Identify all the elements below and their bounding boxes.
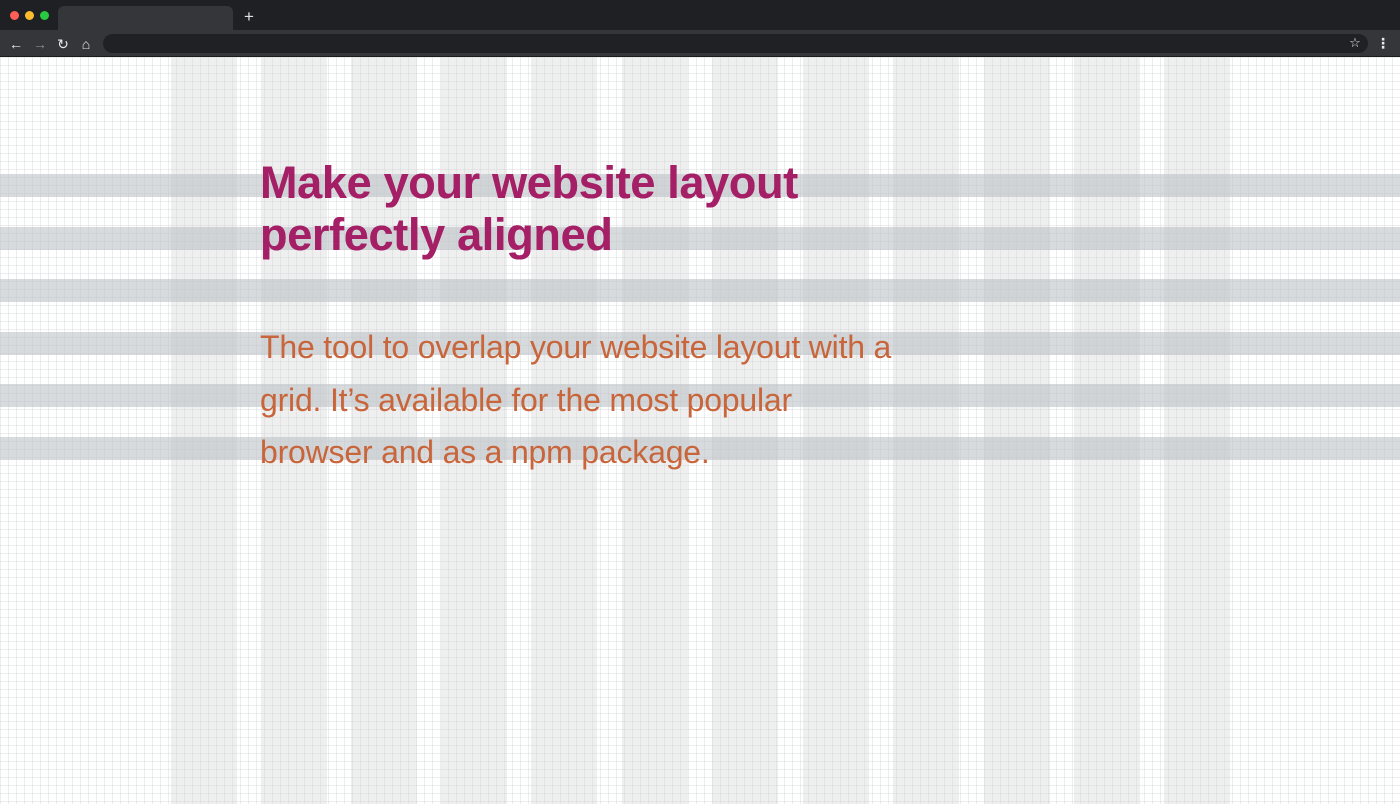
browser-toolbar: ← → ↻ ⌂ ☆ ⋮ — [0, 30, 1400, 57]
description-line: grid. It’s available for the most popula… — [260, 381, 792, 418]
back-arrow-icon[interactable]: ← — [7, 35, 25, 53]
hero-headline: Make your website layout perfectly align… — [260, 157, 840, 261]
reload-icon[interactable]: ↻ — [54, 35, 72, 53]
forward-arrow-icon[interactable]: → — [31, 35, 49, 53]
address-bar[interactable] — [103, 34, 1368, 53]
headline-line: perfectly aligned — [260, 209, 613, 260]
browser-title-bar: + — [0, 0, 1400, 30]
page-viewport: Make your website layout perfectly align… — [0, 57, 1400, 804]
bookmark-star-icon[interactable]: ☆ — [1346, 34, 1364, 52]
description-line: browser and as a npm package. — [260, 434, 710, 470]
hero-description: The tool to overlap your website layout … — [260, 321, 980, 479]
browser-tab[interactable] — [58, 6, 233, 30]
close-window-button[interactable] — [10, 11, 19, 20]
minimize-window-button[interactable] — [25, 11, 34, 20]
new-tab-button[interactable]: + — [241, 8, 257, 26]
home-icon[interactable]: ⌂ — [77, 35, 95, 53]
maximize-window-button[interactable] — [40, 11, 49, 20]
headline-line: Make your website layout — [260, 157, 798, 208]
browser-menu-icon[interactable]: ⋮ — [1376, 34, 1390, 52]
description-line: The tool to overlap your website layout … — [260, 329, 892, 365]
grid-row-band — [0, 279, 1400, 302]
